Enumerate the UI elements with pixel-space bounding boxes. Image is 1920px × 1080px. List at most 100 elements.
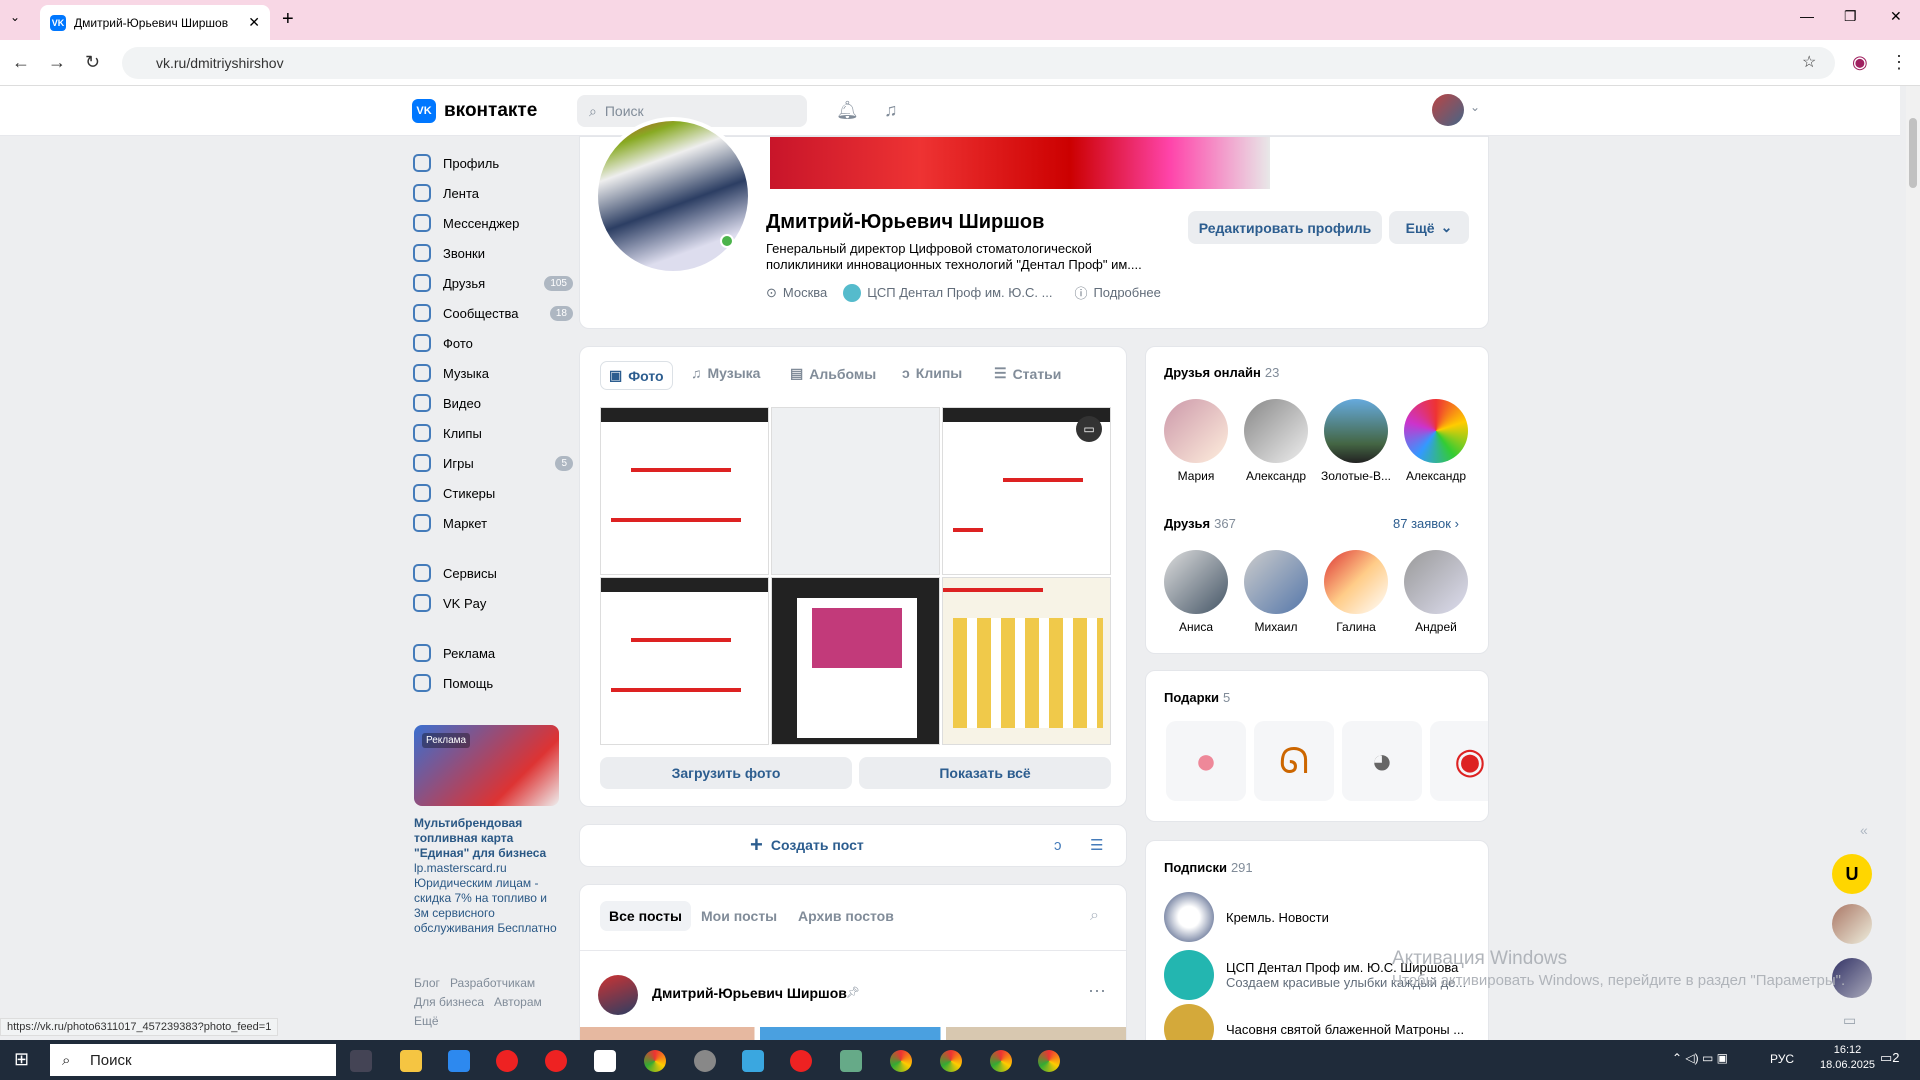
task-view-icon[interactable] (350, 1050, 372, 1072)
footer-authors[interactable]: Авторам (494, 995, 542, 1009)
footer-business[interactable]: Для бизнеса (414, 995, 484, 1009)
edit-profile-button[interactable]: Редактировать профиль (1188, 211, 1382, 244)
photo-thumb[interactable] (600, 407, 769, 575)
close-tab-icon[interactable]: ✕ (248, 14, 260, 31)
sidebar-item[interactable]: Музыка (413, 358, 573, 388)
tab-all-posts[interactable]: Все посты (600, 901, 691, 931)
chrome-icon[interactable] (990, 1050, 1012, 1072)
forward-icon[interactable]: → (48, 52, 66, 73)
clip-icon[interactable]: ↄ (1054, 837, 1062, 854)
profile-more-link[interactable]: Подробнее (1093, 285, 1160, 300)
sidebar-item[interactable]: Маркет (413, 508, 573, 538)
chrome-icon[interactable] (644, 1050, 666, 1072)
sidebar-item[interactable]: Мессенджер (413, 208, 573, 238)
close-window-icon[interactable]: ✕ (1890, 8, 1902, 25)
sidebar-item[interactable]: Игры 5 (413, 448, 573, 478)
photo-thumb[interactable] (600, 577, 769, 745)
tab-my-posts[interactable]: Мои посты (701, 908, 777, 924)
chevron-down-icon[interactable]: ⌄ (1470, 100, 1480, 114)
friend-item[interactable]: Галина (1318, 550, 1394, 634)
friend-item[interactable]: Аниса (1158, 550, 1234, 634)
friend-item[interactable]: Михаил (1238, 550, 1314, 634)
profile-work[interactable]: ЦСП Дентал Проф им. Ю.С. ... (867, 285, 1052, 300)
footer-blog[interactable]: Блог (414, 976, 440, 990)
sidebar-item[interactable]: Профиль (413, 148, 573, 178)
music-icon[interactable]: ♫ (884, 100, 898, 121)
friend-item[interactable]: Александр (1238, 399, 1314, 483)
ad-title[interactable]: Мультибрендовая топливная карта "Единая"… (414, 816, 559, 861)
explorer-icon[interactable] (400, 1050, 422, 1072)
menu-icon[interactable]: ⋮ (1890, 52, 1908, 73)
sidebar-item[interactable]: Друзья 105 (413, 268, 573, 298)
windows-start-icon[interactable]: ⊞ (14, 1049, 29, 1070)
sidebar-item[interactable]: Звонки (413, 238, 573, 268)
file-icon[interactable] (594, 1050, 616, 1072)
chrome-icon[interactable] (1038, 1050, 1060, 1072)
sidebar-item[interactable]: Клипы (413, 418, 573, 448)
restore-icon[interactable]: ❐ (1844, 8, 1857, 25)
friends-online-title[interactable]: Друзья онлайн 23 (1164, 364, 1279, 380)
minimize-icon[interactable]: — (1800, 8, 1814, 24)
chat-avatar[interactable] (1832, 904, 1872, 944)
photo-thumb[interactable] (771, 407, 940, 575)
profile-icon[interactable]: ◉ (1852, 52, 1868, 73)
footer-more[interactable]: Ещё (414, 1014, 439, 1028)
browser-tab[interactable]: VK Дмитрий-Юрьевич Ширшов ✕ (40, 5, 270, 40)
sidebar-item[interactable]: Реклама (413, 638, 573, 668)
reload-icon[interactable]: ↻ (85, 52, 100, 73)
gift-item[interactable]: ● (1166, 721, 1246, 801)
ad-domain[interactable]: lp.masterscard.ru (414, 861, 559, 876)
filter-icon[interactable]: ☰ (1090, 836, 1103, 854)
yandex-browser-icon[interactable] (496, 1050, 518, 1072)
friend-item[interactable]: Мария (1158, 399, 1234, 483)
app-icon[interactable] (840, 1050, 862, 1072)
app-icon[interactable] (742, 1050, 764, 1072)
gifts-title[interactable]: Подарки 5 (1164, 689, 1230, 705)
friend-requests-link[interactable]: 87 заявок › (1393, 516, 1459, 531)
sidebar-item[interactable]: Сообщества 18 (413, 298, 573, 328)
sidebar-item[interactable]: Сервисы (413, 558, 573, 588)
chat-icon[interactable]: ▭ (1843, 1012, 1856, 1029)
sidebar-item[interactable]: Стикеры (413, 478, 573, 508)
ad-image[interactable]: Реклама (414, 725, 559, 806)
search-icon[interactable]: ⌕ (1090, 907, 1099, 925)
scrollbar-thumb[interactable] (1909, 118, 1917, 188)
tab-articles[interactable]: ☰ Статьи (994, 365, 1061, 382)
gift-item[interactable]: ᘏ (1254, 721, 1334, 801)
tab-archive[interactable]: Архив постов (798, 908, 894, 924)
photo-thumb[interactable] (942, 577, 1111, 745)
create-post-button[interactable]: + Создать пост (750, 834, 864, 856)
gift-item[interactable]: ◉ (1430, 721, 1488, 801)
footer-dev[interactable]: Разработчикам (450, 976, 535, 990)
tab-clips[interactable]: ↄ Клипы (902, 365, 962, 381)
profile-photo[interactable] (594, 117, 752, 275)
show-all-photos-button[interactable]: Показать всё (859, 757, 1111, 789)
archive-icon[interactable]: ▭ (1076, 416, 1102, 442)
more-button[interactable]: Ещё ⌄ (1389, 211, 1469, 244)
bookmark-star-icon[interactable]: ☆ (1802, 52, 1816, 72)
tab-photo[interactable]: ▣ Фото (600, 361, 673, 390)
friend-item[interactable]: Александр (1398, 399, 1474, 483)
sidebar-item[interactable]: Видео (413, 388, 573, 418)
taskbar-search[interactable]: ⌕ Поиск (50, 1044, 336, 1076)
new-tab-icon[interactable]: + (282, 8, 294, 31)
profile-city[interactable]: Москва (783, 285, 827, 300)
sidebar-item[interactable]: Фото (413, 328, 573, 358)
photo-thumb[interactable] (771, 577, 940, 745)
subscriptions-title[interactable]: Подписки 291 (1164, 859, 1253, 875)
sidebar-item[interactable]: Помощь (413, 668, 573, 698)
collapse-icon[interactable]: « (1860, 822, 1868, 838)
friends-title[interactable]: Друзья 367 (1164, 515, 1236, 531)
friend-item[interactable]: Андрей (1398, 550, 1474, 634)
scrollbar[interactable] (1906, 86, 1920, 1040)
yandex-icon[interactable] (545, 1050, 567, 1072)
tray-icons[interactable]: ⌃ ◁) ▭ ▣ (1672, 1051, 1728, 1065)
user-avatar[interactable] (1432, 94, 1464, 126)
more-dots-icon[interactable]: ⋯ (1088, 981, 1106, 1002)
sidebar-ad[interactable]: Реклама Мультибрендовая топливная карта … (414, 725, 559, 1031)
post-author-avatar[interactable] (598, 975, 638, 1015)
tab-albums[interactable]: ▤ Альбомы (790, 365, 876, 382)
app-shortcut-icon[interactable]: U (1832, 854, 1872, 894)
post-author-name[interactable]: Дмитрий-Юрьевич Ширшов (652, 985, 847, 1001)
tab-music[interactable]: ♫ Музыка (691, 365, 760, 381)
